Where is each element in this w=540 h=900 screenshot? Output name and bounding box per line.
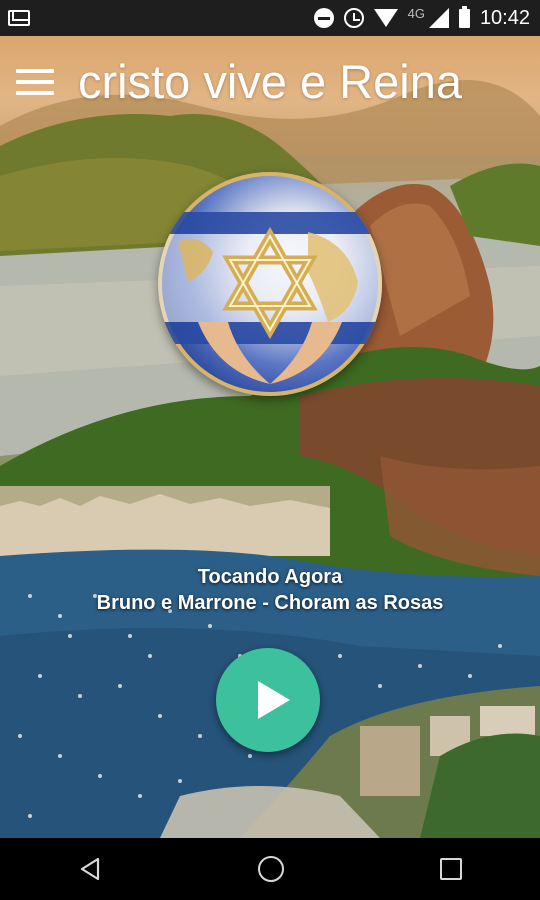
signal-icon <box>428 8 449 28</box>
play-button[interactable] <box>216 648 320 752</box>
alarm-icon <box>343 8 364 28</box>
now-playing-track: Bruno e Marrone - Choram as Rosas <box>96 592 444 614</box>
app-bar: cristo vive e Reina <box>0 36 540 128</box>
battery-icon <box>458 5 470 28</box>
network-type-label: 4G <box>407 5 425 21</box>
now-playing-panel: Tocando Agora Bruno e Marrone - Choram a… <box>0 565 540 617</box>
gmail-icon <box>8 10 30 26</box>
play-icon <box>258 681 290 719</box>
recents-icon[interactable] <box>440 858 462 880</box>
back-icon[interactable] <box>78 856 102 882</box>
do-not-disturb-icon <box>313 8 334 28</box>
hamburger-menu-icon[interactable] <box>16 69 54 97</box>
app-screen: 4G 10:42 cristo vive e Reina Tocando Ago… <box>0 0 540 900</box>
wifi-icon <box>373 9 398 27</box>
star-of-david-globe-logo <box>158 172 382 396</box>
navigation-bar <box>0 838 540 900</box>
status-time: 10:42 <box>479 6 530 29</box>
app-title: cristo vive e Reina <box>78 55 462 108</box>
now-playing-label: Tocando Agora <box>197 566 343 588</box>
status-bar: 4G 10:42 <box>0 0 540 36</box>
home-icon[interactable] <box>258 856 284 882</box>
